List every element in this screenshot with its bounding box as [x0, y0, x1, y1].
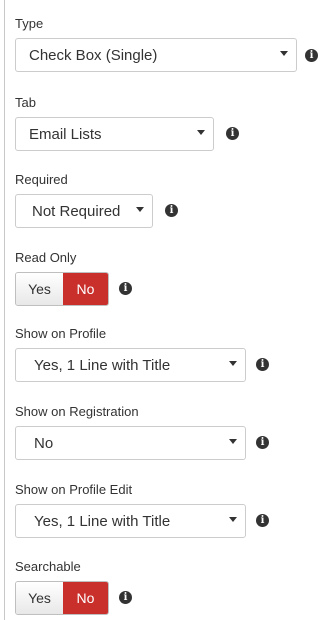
caret-down-icon [280, 51, 288, 56]
show-on-registration-select-value: No [34, 435, 54, 452]
read-only-no-button[interactable]: No [63, 273, 108, 305]
caret-down-icon [197, 130, 205, 135]
info-icon[interactable]: i [119, 591, 132, 604]
info-icon[interactable]: i [256, 514, 269, 527]
type-label: Type [15, 16, 44, 31]
read-only-yes-button[interactable]: Yes [16, 273, 63, 305]
show-on-profile-select[interactable]: Yes, 1 Line with Title [15, 348, 246, 382]
info-icon[interactable]: i [305, 49, 318, 62]
field-settings-panel: Type Check Box (Single) i Tab Email List… [4, 0, 318, 620]
searchable-yes-button[interactable]: Yes [16, 582, 63, 614]
caret-down-icon [229, 439, 237, 444]
required-select-value: Not Required [32, 203, 121, 220]
type-select[interactable]: Check Box (Single) [15, 38, 297, 72]
show-on-registration-select[interactable]: No [15, 426, 246, 460]
tab-select-value: Email Lists [29, 126, 102, 143]
tab-select[interactable]: Email Lists [15, 117, 214, 151]
show-on-profile-label: Show on Profile [15, 326, 107, 341]
caret-down-icon [229, 517, 237, 522]
info-icon[interactable]: i [165, 204, 178, 217]
searchable-no-button[interactable]: No [63, 582, 108, 614]
info-icon[interactable]: i [256, 436, 269, 449]
info-icon[interactable]: i [256, 358, 269, 371]
searchable-toggle: Yes No [15, 581, 109, 615]
show-on-profile-edit-label: Show on Profile Edit [15, 482, 133, 497]
info-icon[interactable]: i [119, 282, 132, 295]
required-label: Required [15, 172, 68, 187]
read-only-label: Read Only [15, 250, 77, 265]
searchable-label: Searchable [15, 559, 81, 574]
show-on-registration-label: Show on Registration [15, 404, 139, 419]
show-on-profile-edit-select[interactable]: Yes, 1 Line with Title [15, 504, 246, 538]
info-icon[interactable]: i [226, 127, 239, 140]
type-select-value: Check Box (Single) [29, 47, 158, 64]
read-only-toggle: Yes No [15, 272, 109, 306]
show-on-profile-select-value: Yes, 1 Line with Title [34, 357, 171, 374]
caret-down-icon [229, 361, 237, 366]
show-on-profile-edit-select-value: Yes, 1 Line with Title [34, 513, 171, 530]
caret-down-icon [136, 207, 144, 212]
required-select[interactable]: Not Required [15, 194, 153, 228]
tab-label: Tab [15, 95, 36, 110]
